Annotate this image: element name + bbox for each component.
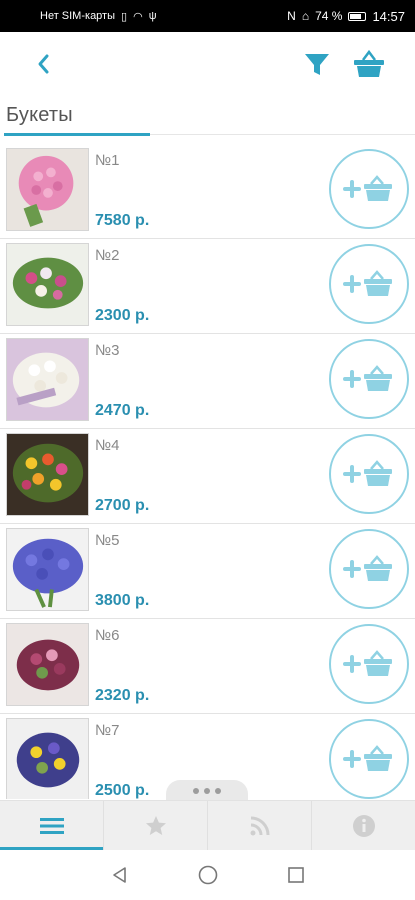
status-time: 14:57 xyxy=(372,8,405,24)
filter-button[interactable] xyxy=(302,50,332,80)
list-item[interactable]: №6 2320 р. xyxy=(0,619,415,714)
item-name: №2 xyxy=(95,247,120,264)
irises-bouquet-image xyxy=(7,529,88,610)
item-price: 7580 р. xyxy=(95,212,150,229)
chevron-left-icon xyxy=(38,54,49,74)
add-to-basket-button[interactable] xyxy=(329,624,409,704)
dot-icon xyxy=(215,788,221,794)
item-name: №6 xyxy=(95,627,120,644)
dot-icon xyxy=(193,788,199,794)
product-list[interactable]: №1 7580 р. №2 2300 р. №3 2470 р. №4 2700… xyxy=(0,144,415,799)
circle-home-icon xyxy=(198,865,217,885)
item-price: 2470 р. xyxy=(95,402,150,419)
system-nav-bar xyxy=(0,850,415,900)
wifi-icon: ◠ xyxy=(133,10,143,23)
list-item[interactable]: №4 2700 р. xyxy=(0,429,415,524)
battery-icon xyxy=(348,11,367,21)
product-image[interactable] xyxy=(6,243,89,326)
add-to-basket-button[interactable] xyxy=(329,244,409,324)
add-to-basket-button[interactable] xyxy=(329,434,409,514)
square-recents-icon xyxy=(287,867,304,883)
nav-home-button[interactable] xyxy=(194,861,222,889)
product-image[interactable] xyxy=(6,433,89,516)
list-item[interactable]: №1 7580 р. xyxy=(0,144,415,239)
product-image[interactable] xyxy=(6,528,89,611)
more-handle[interactable] xyxy=(166,780,248,802)
rss-icon xyxy=(250,816,269,835)
section-title: Букеты xyxy=(6,104,73,126)
filter-icon xyxy=(305,54,329,75)
mute-icon: ⌂ xyxy=(301,9,310,23)
alstroemeria-bouquet-image xyxy=(7,434,88,515)
nav-recents-button[interactable] xyxy=(282,861,310,889)
item-name: №4 xyxy=(95,437,120,454)
usb-icon: ψ xyxy=(148,10,157,22)
product-image[interactable] xyxy=(6,718,89,799)
battery-percent: 74 % xyxy=(315,9,343,23)
tab-news[interactable] xyxy=(207,801,311,850)
list-item[interactable]: №5 3800 р. xyxy=(0,524,415,619)
add-to-basket-icon xyxy=(343,650,392,676)
tab-bar xyxy=(0,800,415,850)
item-name: №5 xyxy=(95,532,120,549)
carrier-text: Нет SIM-карты xyxy=(40,10,116,22)
white-tulips-image xyxy=(7,339,88,420)
add-to-basket-icon xyxy=(343,365,392,391)
item-name: №7 xyxy=(95,722,120,739)
list-item[interactable]: №3 2470 р. xyxy=(0,334,415,429)
add-to-basket-icon xyxy=(343,460,392,486)
add-to-basket-button[interactable] xyxy=(329,339,409,419)
title-underline xyxy=(4,133,150,136)
list-item[interactable]: №2 2300 р. xyxy=(0,239,415,334)
item-price: 2700 р. xyxy=(95,497,150,514)
nav-back-button[interactable] xyxy=(106,861,134,889)
add-to-basket-button[interactable] xyxy=(329,719,409,799)
add-to-basket-icon xyxy=(343,745,392,771)
mixed-bouquet-image xyxy=(7,244,88,325)
add-to-basket-icon xyxy=(343,555,392,581)
status-bar: Нет SIM-карты ▯ ◠ ψ N ⌂ 74 % 14:57 xyxy=(0,0,415,32)
info-icon xyxy=(352,814,375,837)
basket-icon xyxy=(354,49,384,77)
triangle-back-icon xyxy=(112,867,126,883)
tab-favorites[interactable] xyxy=(103,801,207,850)
item-price: 3800 р. xyxy=(95,592,150,609)
back-button[interactable] xyxy=(28,48,58,80)
burgundy-bouquet-image xyxy=(7,624,88,705)
item-price: 2320 р. xyxy=(95,687,150,704)
list-icon xyxy=(39,817,64,834)
nfc-icon: N xyxy=(287,9,296,23)
yellow-purple-bouquet-image xyxy=(7,719,88,799)
item-price: 2500 р. xyxy=(95,782,150,799)
item-price: 2300 р. xyxy=(95,307,150,324)
add-to-basket-button[interactable] xyxy=(329,529,409,609)
product-image[interactable] xyxy=(6,623,89,706)
product-image[interactable] xyxy=(6,148,89,231)
app-bar xyxy=(0,32,415,96)
star-icon xyxy=(145,815,166,835)
sim-icon: ▯ xyxy=(121,10,128,23)
product-image[interactable] xyxy=(6,338,89,421)
item-name: №1 xyxy=(95,152,120,169)
add-to-basket-button[interactable] xyxy=(329,149,409,229)
item-name: №3 xyxy=(95,342,120,359)
title-divider xyxy=(150,134,415,135)
dot-icon xyxy=(204,788,210,794)
pink-roses-image xyxy=(7,149,88,230)
tab-info[interactable] xyxy=(311,801,415,850)
add-to-basket-icon xyxy=(343,175,392,201)
add-to-basket-icon xyxy=(343,270,392,296)
tab-catalog[interactable] xyxy=(0,801,103,850)
basket-button[interactable] xyxy=(352,48,386,80)
